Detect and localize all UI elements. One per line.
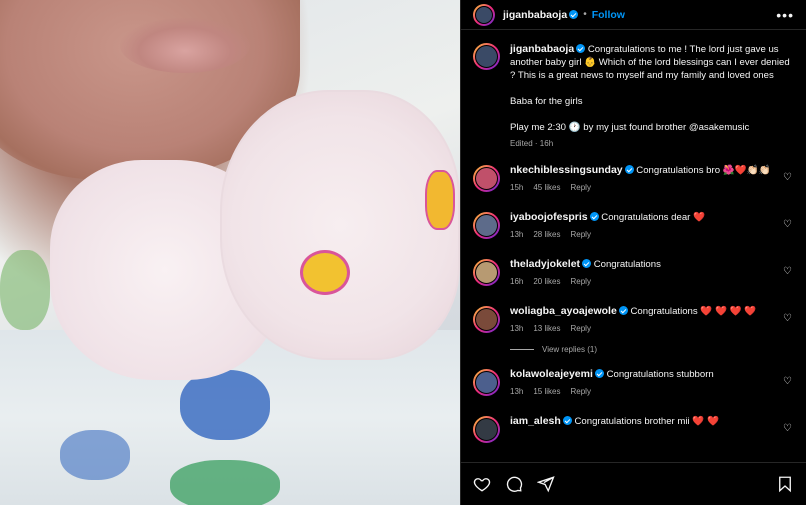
post-image[interactable] bbox=[0, 0, 460, 505]
avatar[interactable] bbox=[473, 416, 500, 443]
like-comment-icon[interactable]: ♡ bbox=[783, 172, 794, 183]
leaf-print bbox=[0, 250, 50, 330]
comment-time: 13h bbox=[510, 387, 524, 396]
comment-body: iyaboojofespris Congratulations dear ❤️ 1… bbox=[510, 211, 794, 258]
comment-time: 13h bbox=[510, 324, 524, 333]
caption-meta: Edited · 16h bbox=[510, 139, 554, 148]
comment-time: 13h bbox=[510, 230, 524, 239]
avatar[interactable] bbox=[473, 43, 500, 70]
comment-body: iam_alesh Congratulations brother mii ❤️… bbox=[510, 415, 794, 462]
verified-badge-icon bbox=[562, 416, 572, 425]
reply-button[interactable]: Reply bbox=[570, 387, 590, 396]
caption-paragraph-3: Play me 2:30 🕐 by my just found brother … bbox=[510, 122, 750, 133]
reply-button[interactable]: Reply bbox=[570, 230, 590, 239]
like-comment-icon[interactable]: ♡ bbox=[783, 376, 794, 387]
comment-text: Congratulations bbox=[593, 259, 661, 270]
post-modal: jiganbabaoja • Follow ••• jiganbabaoja C… bbox=[0, 0, 806, 505]
bookmark-icon[interactable] bbox=[776, 475, 794, 493]
comment-text: Congratulations brother mii bbox=[574, 416, 690, 427]
reply-button[interactable]: Reply bbox=[570, 324, 590, 333]
comment-likes[interactable]: 45 likes bbox=[533, 183, 560, 192]
caption-body: jiganbabaoja Congratulations to me ! The… bbox=[510, 43, 794, 150]
comment-item: nkechiblessingsunday Congratulations bro… bbox=[473, 164, 794, 211]
comment-body: kolawoleajeyemi Congratulations stubborn… bbox=[510, 368, 794, 415]
verified-badge-icon bbox=[582, 259, 592, 268]
like-comment-icon[interactable]: ♡ bbox=[783, 313, 794, 324]
reply-button[interactable]: Reply bbox=[570, 277, 590, 286]
comment-icon[interactable] bbox=[505, 475, 523, 493]
comment-body: theladyjokelet Congratulations 16h 20 lik… bbox=[510, 258, 794, 305]
reply-button[interactable]: Reply bbox=[570, 183, 590, 192]
comment-meta: 15h 45 likes Reply bbox=[510, 183, 778, 192]
comment-time: 15h bbox=[510, 183, 524, 192]
comment-body: nkechiblessingsunday Congratulations bro… bbox=[510, 164, 794, 211]
comment-username[interactable]: kolawoleajeyemi bbox=[510, 368, 593, 380]
separator: • bbox=[583, 9, 587, 20]
comment-item: theladyjokelet Congratulations 16h 20 lik… bbox=[473, 258, 794, 305]
comment-likes[interactable]: 28 likes bbox=[533, 230, 560, 239]
avatar[interactable] bbox=[473, 369, 500, 396]
comment-item: iam_alesh Congratulations brother mii ❤️… bbox=[473, 415, 794, 462]
verified-badge-icon bbox=[576, 44, 586, 53]
like-comment-icon[interactable]: ♡ bbox=[783, 219, 794, 230]
caption: jiganbabaoja Congratulations to me ! The… bbox=[473, 43, 794, 150]
comment-emoji: ❤️ ❤️ bbox=[692, 416, 719, 427]
comment-likes[interactable]: 15 likes bbox=[533, 387, 560, 396]
comment-text: Congratulations bbox=[630, 306, 698, 317]
avatar[interactable] bbox=[473, 212, 500, 239]
post-sidebar: jiganbabaoja • Follow ••• jiganbabaoja C… bbox=[460, 0, 806, 505]
comment-text: Congratulations stubborn bbox=[606, 369, 714, 380]
comment-username[interactable]: woliagba_ayoajewole bbox=[510, 305, 617, 317]
caption-username[interactable]: jiganbabaoja bbox=[510, 43, 574, 55]
verified-badge-icon bbox=[589, 212, 599, 221]
heart-outline-icon[interactable] bbox=[473, 475, 491, 493]
comment-time: 16h bbox=[510, 277, 524, 286]
comment-username[interactable]: theladyjokelet bbox=[510, 258, 580, 270]
comment-meta: 13h 15 likes Reply bbox=[510, 387, 778, 396]
comments-feed[interactable]: jiganbabaoja Congratulations to me ! The… bbox=[461, 31, 806, 462]
avatar[interactable] bbox=[473, 306, 500, 333]
comment-likes[interactable]: 20 likes bbox=[533, 277, 560, 286]
follow-button[interactable]: Follow bbox=[592, 9, 625, 21]
comment-meta: 13h 28 likes Reply bbox=[510, 230, 778, 239]
comment-text: Congratulations dear bbox=[601, 212, 691, 223]
verified-badge-icon bbox=[569, 10, 579, 19]
like-comment-icon[interactable]: ♡ bbox=[783, 423, 794, 434]
verified-badge-icon bbox=[624, 165, 634, 174]
comment-text: Congratulations bro bbox=[636, 165, 721, 176]
more-options-icon[interactable]: ••• bbox=[776, 7, 794, 23]
comment-username[interactable]: iyaboojofespris bbox=[510, 211, 588, 223]
header-username[interactable]: jiganbabaoja bbox=[503, 9, 567, 21]
verified-badge-icon bbox=[594, 369, 604, 378]
avatar[interactable] bbox=[473, 3, 495, 26]
comment-emoji: 🌺❤️👏🏻👏🏻 bbox=[722, 165, 771, 176]
comment-emoji: ❤️ ❤️ ❤️ ❤️ bbox=[700, 306, 757, 317]
comment-body: woliagba_ayoajewole Congratulations ❤️ ❤… bbox=[510, 305, 794, 352]
comment-username[interactable]: iam_alesh bbox=[510, 415, 561, 427]
avatar[interactable] bbox=[473, 165, 500, 192]
elephant-print bbox=[170, 460, 280, 505]
avatar[interactable] bbox=[473, 259, 500, 286]
baby-lips bbox=[120, 18, 250, 73]
verified-badge-icon bbox=[618, 306, 628, 315]
comment-likes[interactable]: 13 likes bbox=[533, 324, 560, 333]
comment-username[interactable]: nkechiblessingsunday bbox=[510, 164, 623, 176]
comment-item: woliagba_ayoajewole Congratulations ❤️ ❤… bbox=[473, 305, 794, 352]
post-header: jiganbabaoja • Follow ••• bbox=[461, 0, 806, 30]
share-icon[interactable] bbox=[537, 475, 555, 493]
elephant-print bbox=[180, 370, 270, 440]
action-bar bbox=[461, 462, 806, 505]
like-comment-icon[interactable]: ♡ bbox=[783, 266, 794, 277]
comment-list: nkechiblessingsunday Congratulations bro… bbox=[473, 164, 794, 462]
chick-print bbox=[300, 250, 350, 295]
comment-meta: 13h 13 likes Reply bbox=[510, 324, 778, 333]
elephant-print bbox=[60, 430, 130, 480]
chick-print bbox=[425, 170, 455, 230]
comment-emoji: ❤️ bbox=[693, 212, 705, 223]
comment-item: kolawoleajeyemi Congratulations stubborn… bbox=[473, 368, 794, 415]
comment-item: iyaboojofespris Congratulations dear ❤️ 1… bbox=[473, 211, 794, 258]
caption-paragraph-2: Baba for the girls bbox=[510, 96, 583, 107]
comment-meta: 16h 20 likes Reply bbox=[510, 277, 778, 286]
right-mitten bbox=[220, 90, 460, 360]
